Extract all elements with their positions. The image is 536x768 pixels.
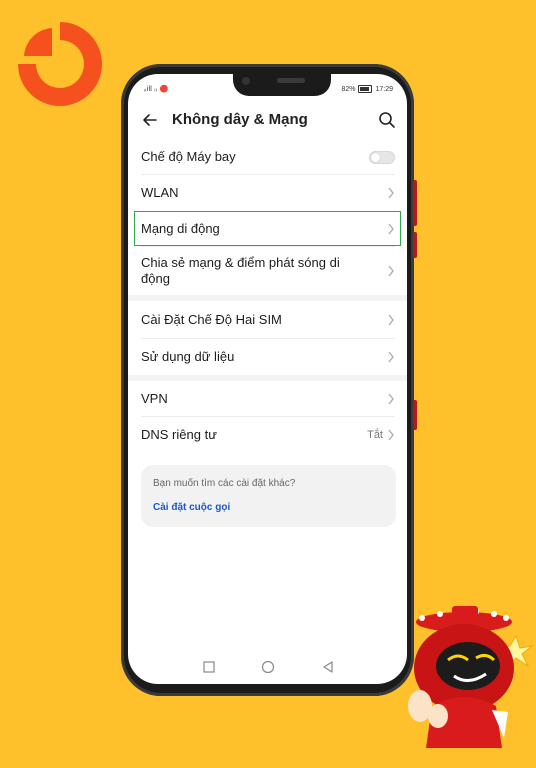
row-label: Chia sẻ mạng & điểm phát sóng di động: [141, 255, 340, 286]
side-button: [413, 400, 417, 430]
battery-percent: 82%: [341, 85, 356, 93]
row-label: Sử dụng dữ liệu: [141, 349, 235, 364]
phone-screen: ₓill ᵢᵢ 🔴 82% 17:29 Không dây & Mạng Chế…: [128, 74, 407, 684]
data-usage-row[interactable]: Sử dụng dữ liệu: [128, 339, 407, 375]
airplane-mode-toggle[interactable]: [369, 150, 395, 164]
dual-sim-row[interactable]: Cài Đặt Chế Độ Hai SIM: [128, 301, 407, 338]
row-label: VPN: [141, 390, 168, 406]
row-label: Chế độ Máy bay: [141, 149, 236, 164]
call-settings-link[interactable]: Cài đặt cuộc gọi: [153, 502, 230, 513]
selection-highlight: [134, 211, 401, 246]
chevron-right-icon: [388, 314, 394, 325]
chevron-right-icon: [388, 187, 394, 199]
chevron-right-icon: [388, 429, 394, 441]
nav-back-icon: [323, 661, 333, 673]
row-label: Cài Đặt Chế Độ Hai SIM: [141, 311, 282, 327]
signal-indicators: ₓill ᵢᵢ 🔴: [144, 86, 169, 93]
chevron-right-icon: [388, 265, 394, 277]
volume-button: [413, 180, 417, 226]
earpiece-speaker: [277, 78, 305, 83]
suggestion-card: Bạn muốn tìm các cài đặt khác? Cài đặt c…: [141, 465, 396, 527]
battery-icon: [358, 85, 373, 93]
nav-home-icon: [261, 660, 275, 674]
private-dns-value: Tắt: [367, 429, 383, 441]
wlan-row[interactable]: WLAN: [128, 175, 407, 211]
private-dns-row[interactable]: DNS riêng tư Tắt: [128, 417, 407, 453]
page-title: Không dây & Mạng: [172, 111, 308, 128]
chevron-right-icon: [388, 351, 394, 363]
row-label: DNS riêng tư: [141, 427, 217, 442]
clock: 17:29: [375, 85, 393, 93]
airplane-mode-row[interactable]: Chế độ Máy bay: [128, 140, 407, 174]
navigation-bar: [203, 660, 333, 674]
vpn-row[interactable]: VPN: [128, 381, 407, 416]
status-right: 82% 17:29: [341, 85, 393, 93]
logo-icon: [18, 22, 102, 106]
power-button: [413, 232, 417, 258]
row-label: WLAN: [141, 185, 179, 200]
hotspot-row[interactable]: Chia sẻ mạng & điểm phát sóng di động: [128, 247, 407, 295]
nav-recent-icon: [203, 661, 215, 673]
mascot-illustration: [408, 606, 534, 748]
app-bar: Không dây & Mạng: [128, 104, 407, 136]
front-camera: [242, 77, 250, 85]
search-icon[interactable]: [377, 110, 397, 130]
back-arrow-icon[interactable]: [140, 110, 160, 130]
chevron-right-icon: [388, 393, 394, 404]
suggestion-question: Bạn muốn tìm các cài đặt khác?: [153, 478, 296, 489]
